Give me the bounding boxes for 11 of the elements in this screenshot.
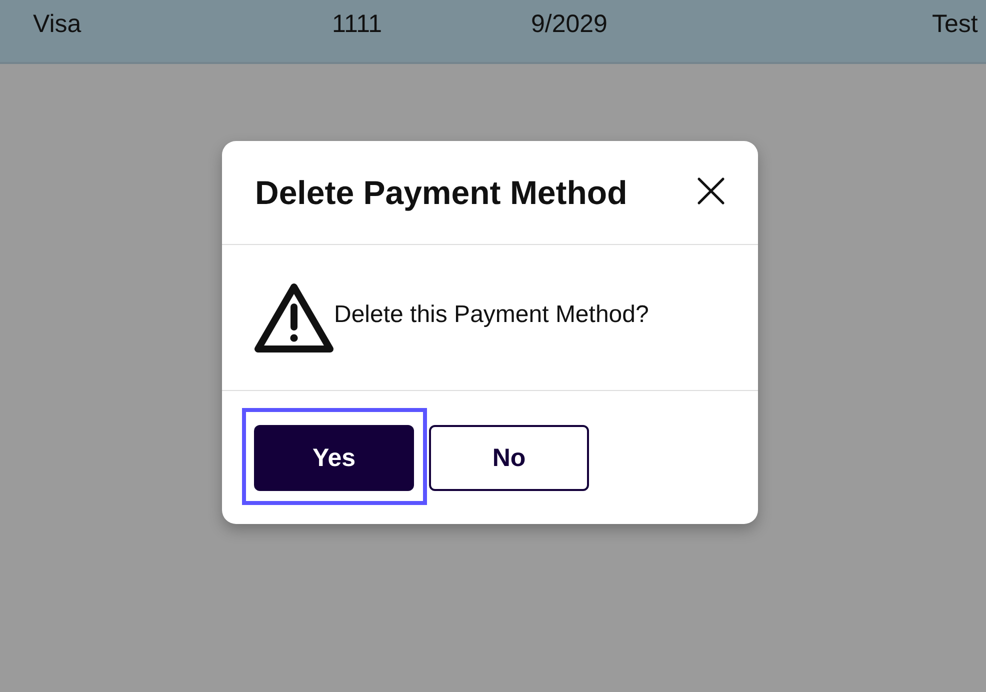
table-cell: Test bbox=[932, 9, 978, 39]
table-cell: 9/2029 bbox=[531, 9, 608, 39]
table-cell: 1111 bbox=[332, 9, 382, 39]
cancel-button[interactable]: No bbox=[429, 425, 589, 491]
warning-icon bbox=[254, 283, 334, 353]
confirm-button[interactable]: Yes bbox=[254, 425, 414, 491]
close-button[interactable] bbox=[697, 176, 725, 204]
close-icon bbox=[697, 176, 725, 204]
dialog-title: Delete Payment Method bbox=[255, 174, 628, 212]
table-cell: Visa bbox=[33, 9, 82, 39]
dialog-message: Delete this Payment Method? bbox=[334, 301, 649, 329]
